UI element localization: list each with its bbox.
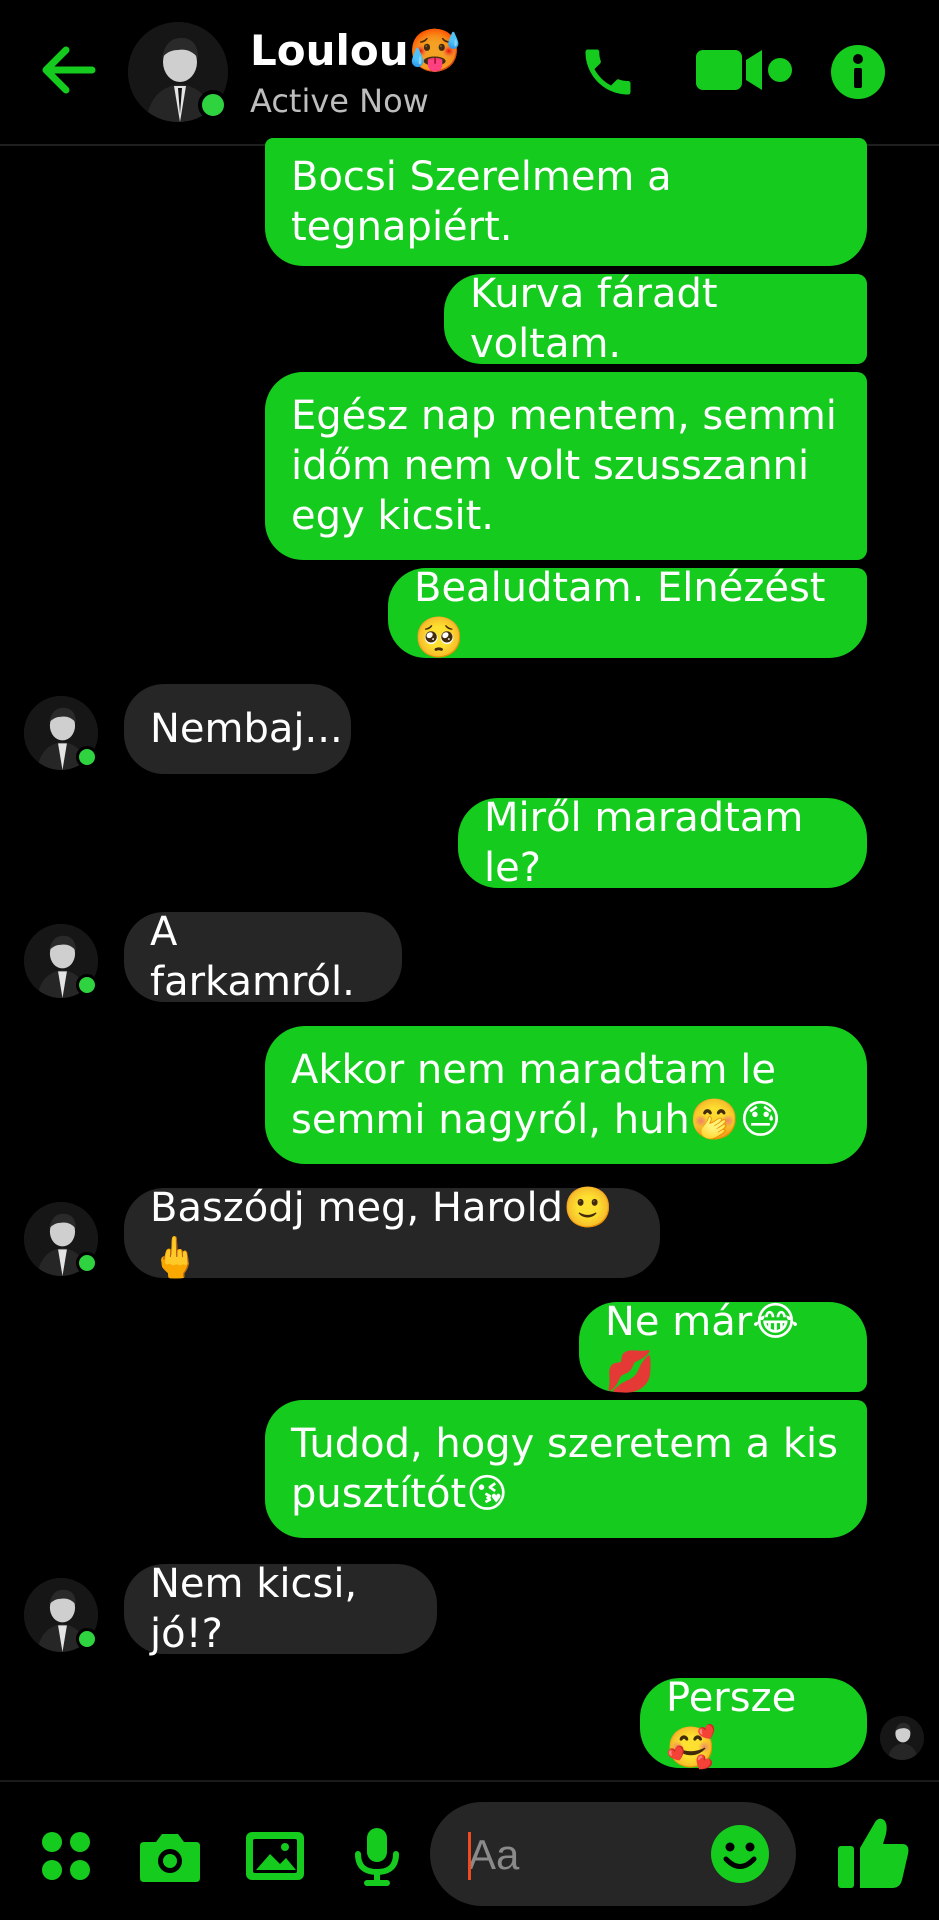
phone-icon <box>585 49 631 95</box>
online-indicator <box>76 974 98 996</box>
four-dots-menu-icon <box>42 1832 90 1880</box>
message-text: Baszódj meg, Harold🙂🖕 <box>150 1185 613 1281</box>
like-button[interactable] <box>836 1814 912 1890</box>
video-call-button[interactable] <box>694 46 800 96</box>
gallery-button[interactable] <box>244 1826 306 1886</box>
contact-name[interactable]: Loulou🥵 <box>250 26 461 76</box>
chat-header: Loulou🥵 Active Now <box>0 0 939 146</box>
call-button[interactable] <box>578 42 638 102</box>
message-text: Egész nap mentem, semmi időm nem volt sz… <box>291 393 837 539</box>
message-bubble-outgoing[interactable]: Bocsi Szerelmem a tegnapiért. <box>265 138 867 266</box>
contact-status: Active Now <box>250 82 429 120</box>
message-bubble-outgoing[interactable]: Persze🥰 <box>640 1675 867 1771</box>
message-bubble-incoming[interactable]: Nembaj... <box>124 684 351 774</box>
seen-indicator-avatar <box>880 1716 924 1760</box>
video-camera-icon <box>696 50 792 90</box>
message-text: Bealudtam. Elnézést🥺 <box>414 565 826 661</box>
menu-button[interactable] <box>38 1826 94 1886</box>
message-bubble-incoming[interactable]: Baszódj meg, Harold🙂🖕 <box>124 1185 660 1281</box>
message-text: Nem kicsi, jó!? <box>150 1561 370 1657</box>
message-text: A farkamról. <box>150 909 355 1005</box>
message-bubble-outgoing[interactable]: Egész nap mentem, semmi időm nem volt sz… <box>265 372 867 560</box>
message-bubble-incoming[interactable]: Nem kicsi, jó!? <box>124 1561 437 1657</box>
sender-avatar[interactable] <box>24 696 98 770</box>
message-input-container[interactable] <box>430 1802 796 1906</box>
camera-icon <box>140 1834 200 1882</box>
arrow-left-icon <box>42 46 96 94</box>
thumbs-up-icon <box>838 1818 909 1888</box>
message-bubble-outgoing[interactable]: Kurva fáradt voltam. <box>444 271 867 367</box>
online-indicator <box>76 746 98 768</box>
message-bubble-outgoing[interactable]: Akkor nem maradtam le semmi nagyról, huh… <box>265 1026 867 1164</box>
online-indicator <box>76 1252 98 1274</box>
message-text: Persze🥰 <box>666 1675 797 1771</box>
back-button[interactable] <box>36 38 100 102</box>
image-icon <box>246 1832 304 1880</box>
message-bubble-outgoing[interactable]: Tudod, hogy szeretem a kis pusztítót😘 <box>265 1400 867 1538</box>
message-text: Akkor nem maradtam le semmi nagyról, huh… <box>291 1047 782 1143</box>
microphone-button[interactable] <box>352 1826 402 1886</box>
message-input[interactable] <box>466 1824 710 1886</box>
sender-avatar[interactable] <box>24 1202 98 1276</box>
online-indicator <box>198 90 228 120</box>
info-button[interactable] <box>830 44 886 100</box>
message-bubble-outgoing[interactable]: Bealudtam. Elnézést🥺 <box>388 565 867 661</box>
camera-button[interactable] <box>138 1826 202 1886</box>
message-text: Tudod, hogy szeretem a kis pusztítót😘 <box>291 1421 838 1517</box>
message-bubble-incoming[interactable]: A farkamról. <box>124 909 402 1005</box>
message-bubble-outgoing[interactable]: Ne már😂💋 <box>579 1299 867 1395</box>
contact-avatar[interactable] <box>128 22 228 122</box>
message-text: Bocsi Szerelmem a tegnapiért. <box>291 154 672 250</box>
sender-avatar[interactable] <box>24 1578 98 1652</box>
message-bubble-outgoing[interactable]: Miről maradtam le? <box>458 795 867 891</box>
info-icon <box>831 45 885 99</box>
message-text: Ne már😂💋 <box>605 1299 799 1395</box>
message-text: Miről maradtam le? <box>484 795 817 891</box>
text-caret <box>468 1832 471 1880</box>
message-text: Nembaj... <box>150 706 343 752</box>
avatar-photo <box>880 1716 924 1760</box>
emoji-button[interactable] <box>710 1824 770 1884</box>
microphone-icon <box>355 1828 399 1886</box>
sender-avatar[interactable] <box>24 924 98 998</box>
smiley-icon <box>711 1825 769 1883</box>
online-indicator <box>76 1628 98 1650</box>
message-text: Kurva fáradt voltam. <box>470 271 731 367</box>
